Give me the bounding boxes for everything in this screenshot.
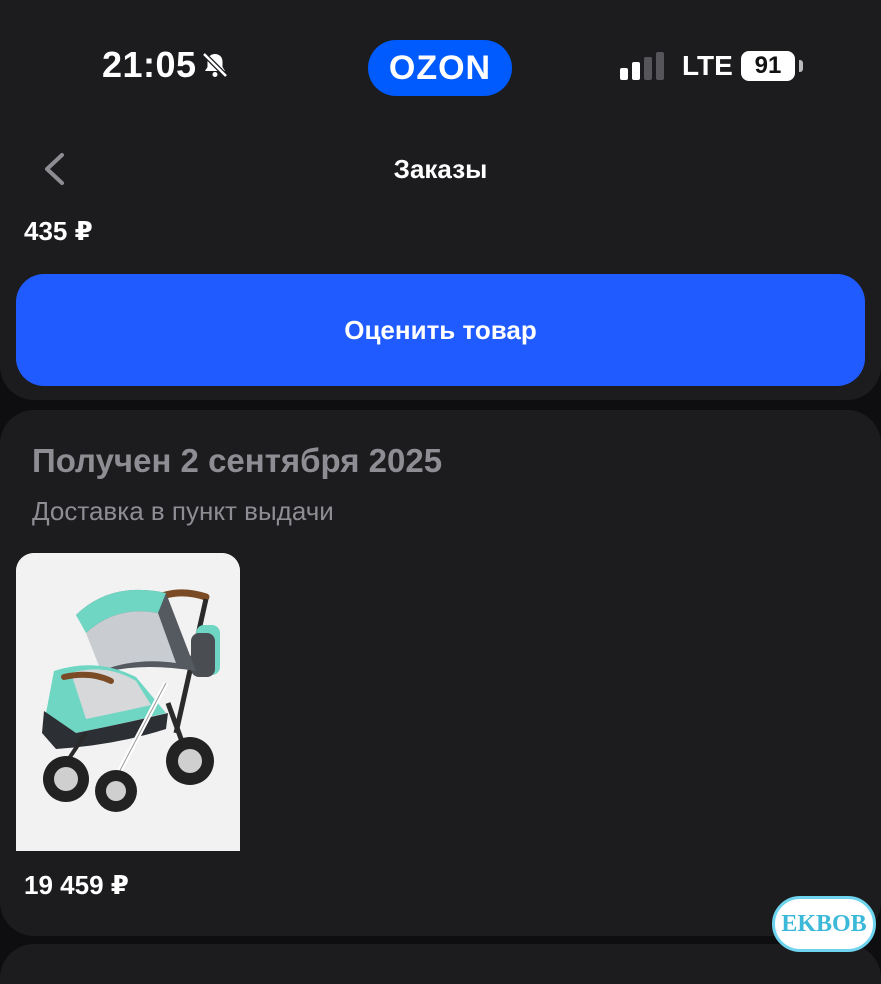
delivery-method: Доставка в пункт выдачи	[32, 496, 334, 526]
bell-muted-icon	[200, 50, 230, 85]
rate-product-button[interactable]: Оценить товар	[16, 274, 865, 386]
network-type: LTE	[682, 50, 733, 81]
battery-tip	[799, 60, 803, 72]
stroller-image[interactable]	[16, 553, 240, 851]
signal-icon	[620, 52, 666, 85]
page-title: Заказы	[393, 154, 488, 184]
next-order-card[interactable]	[0, 944, 881, 984]
product-price: 19 459 ₽	[24, 870, 129, 900]
ozon-logo: OZON	[368, 40, 512, 96]
status-time: 21:05	[102, 44, 197, 85]
order-status: Получен 2 сентября 2025	[32, 442, 443, 479]
previous-order-price: 435 ₽	[24, 216, 93, 246]
watermark-logo: EKBOB	[772, 896, 876, 952]
battery-indicator: 91	[741, 51, 795, 81]
